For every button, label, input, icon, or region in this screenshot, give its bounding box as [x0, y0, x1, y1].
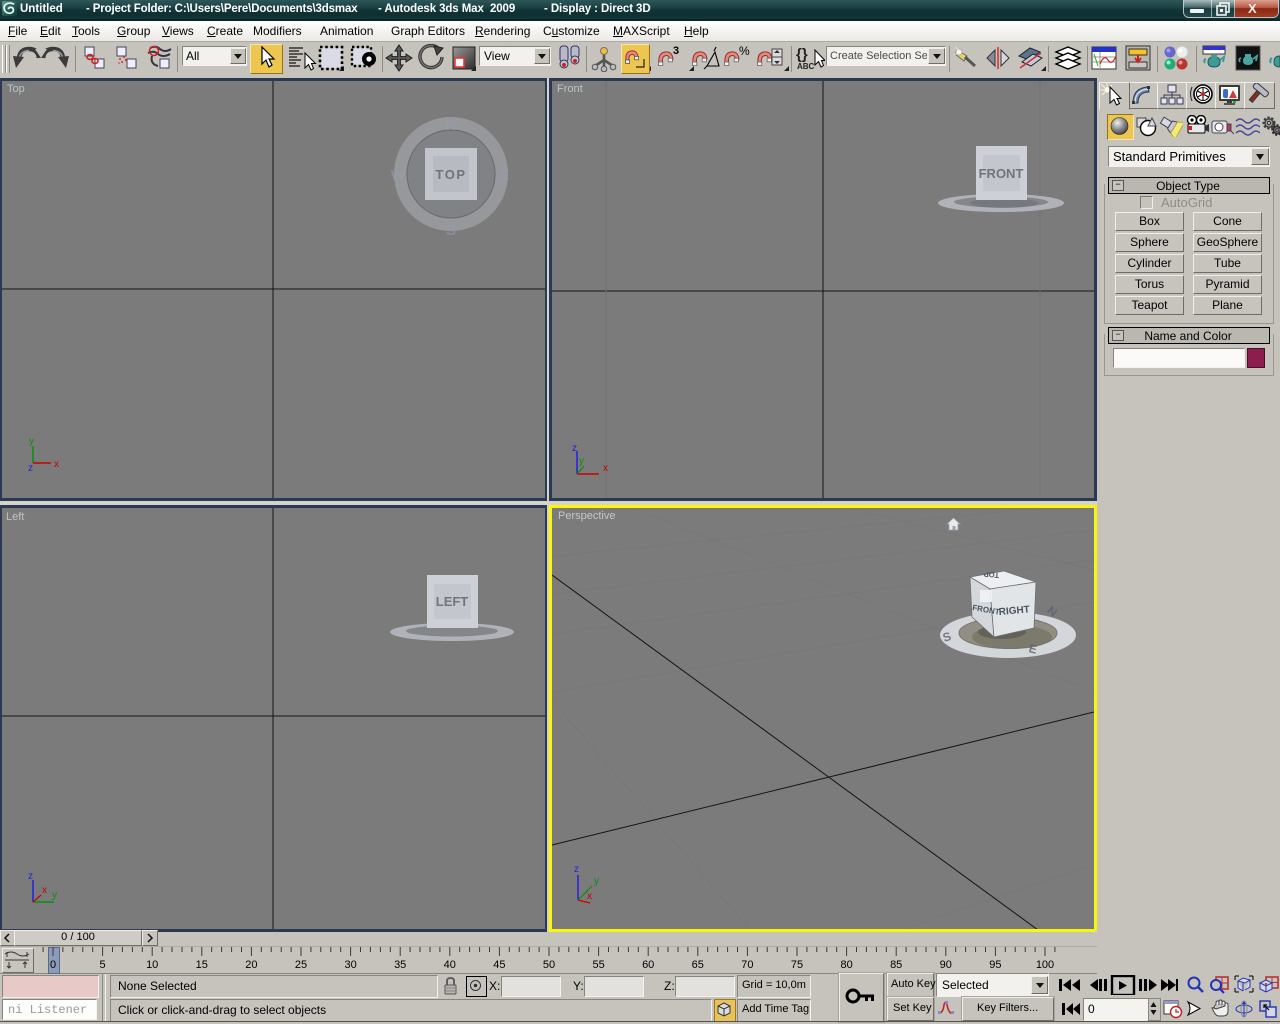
svg-text:z: z [574, 864, 579, 875]
svg-text:z: z [572, 443, 577, 454]
svg-text:55: 55 [592, 959, 604, 971]
svg-text:N: N [446, 117, 457, 134]
svg-text:25: 25 [295, 959, 307, 971]
svg-text:y: y [52, 890, 57, 901]
svg-text:95: 95 [989, 959, 1001, 971]
svg-text:S: S [446, 222, 456, 239]
svg-text:5: 5 [100, 959, 106, 971]
svg-text:10: 10 [146, 959, 158, 971]
svg-text:45: 45 [493, 959, 505, 971]
svg-text:80: 80 [840, 959, 852, 971]
svg-text:15: 15 [196, 959, 208, 971]
svg-text:60: 60 [642, 959, 654, 971]
svg-text:x: x [54, 459, 59, 470]
svg-text:y: y [594, 876, 599, 887]
svg-text:TOP: TOP [436, 167, 467, 182]
svg-text:35: 35 [394, 959, 406, 971]
svg-text:LEFT: LEFT [436, 594, 469, 609]
svg-text:85: 85 [890, 959, 902, 971]
svg-text:65: 65 [692, 959, 704, 971]
svg-text:x: x [42, 885, 47, 896]
svg-text:ABC: ABC [797, 62, 815, 71]
svg-text:y: y [29, 436, 34, 447]
svg-text:x: x [587, 891, 592, 902]
svg-text:TOP: TOP [983, 569, 999, 580]
svg-text:30: 30 [344, 959, 356, 971]
svg-text:3: 3 [673, 45, 679, 57]
svg-text:%: % [739, 44, 750, 58]
svg-text:z: z [28, 871, 33, 882]
svg-text:y: y [579, 456, 584, 467]
svg-text:100: 100 [1036, 959, 1054, 971]
svg-text:W: W [391, 167, 406, 184]
svg-text:90: 90 [940, 959, 952, 971]
svg-text:50: 50 [543, 959, 555, 971]
svg-text:40: 40 [444, 959, 456, 971]
svg-text:z: z [28, 463, 33, 474]
svg-text:{}: {} [796, 46, 808, 63]
svg-text:0: 0 [50, 959, 56, 971]
svg-text:x: x [603, 463, 608, 474]
svg-text:E: E [499, 167, 509, 184]
svg-text:20: 20 [245, 959, 257, 971]
svg-text:75: 75 [791, 959, 803, 971]
svg-text:70: 70 [741, 959, 753, 971]
svg-text:FRONT: FRONT [979, 166, 1024, 181]
